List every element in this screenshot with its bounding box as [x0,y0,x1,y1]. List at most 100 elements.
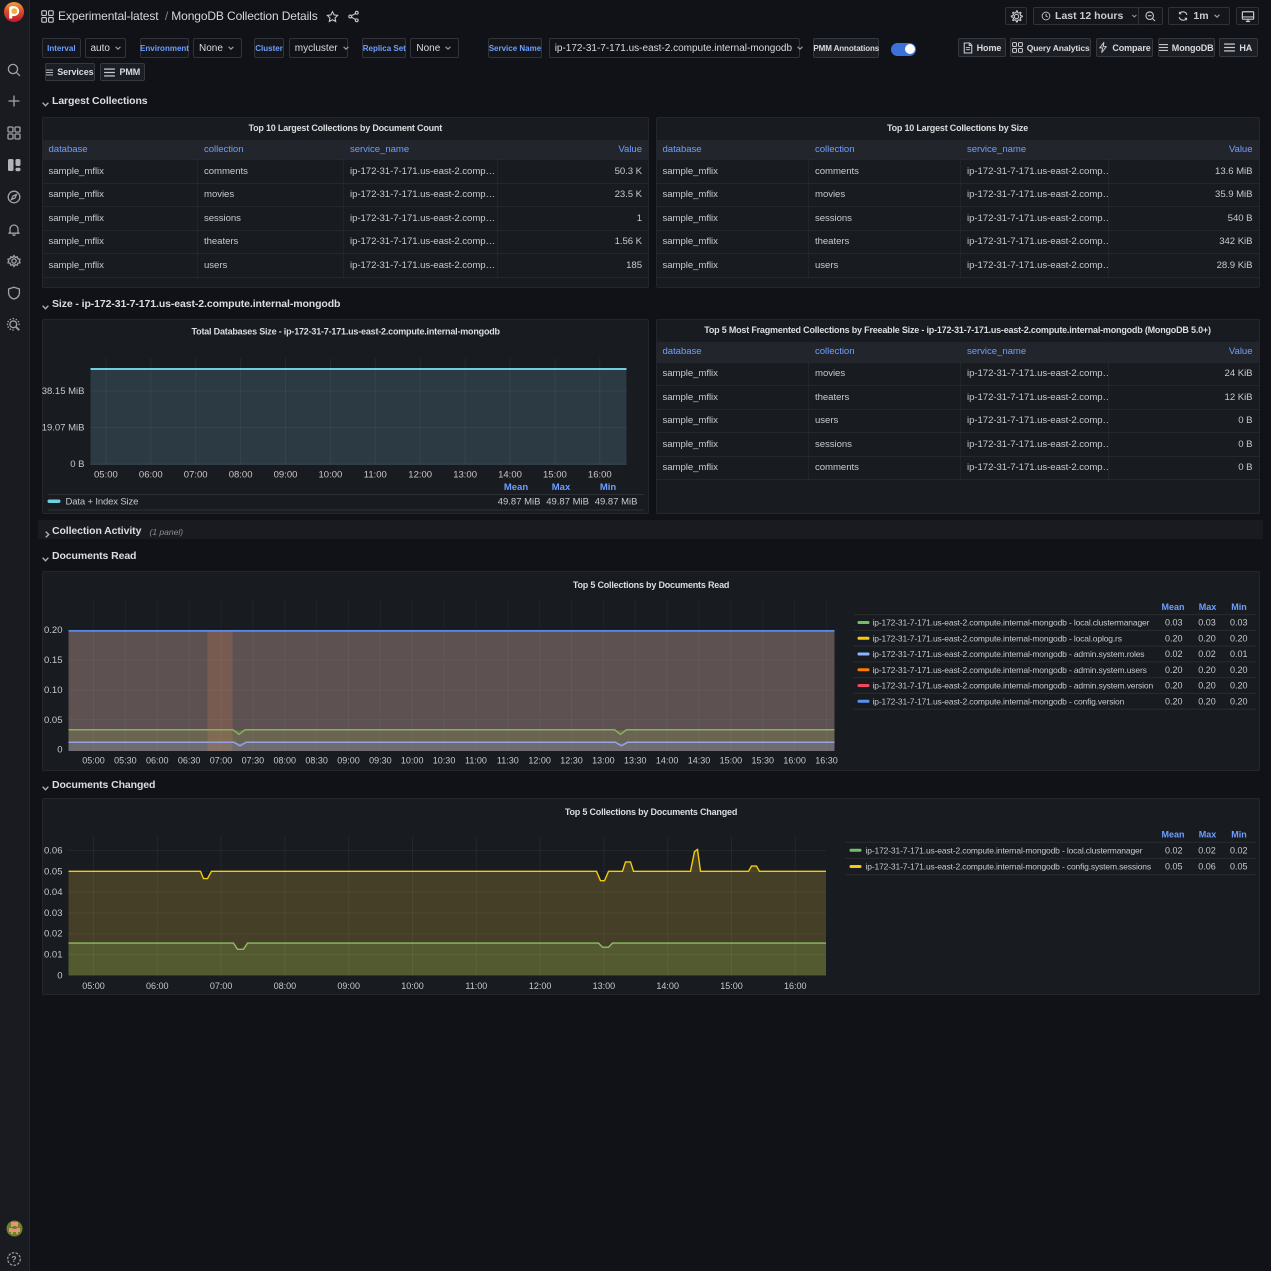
svg-text:05:00: 05:00 [94,470,118,481]
svg-text:09:00: 09:00 [273,470,297,481]
svg-text:11:00: 11:00 [363,470,386,481]
svg-text:49.87 MiB: 49.87 MiB [497,497,540,508]
svg-text:12:00: 12:00 [528,755,551,765]
svg-text:05:00: 05:00 [82,981,105,991]
svg-text:0.02: 0.02 [1198,649,1216,659]
svg-text:12:00: 12:00 [408,470,432,481]
svg-text:ip-172-31-7-171.us-east-2.comp: ip-172-31-7-171.us-east-2.compute.intern… [872,617,1149,627]
svg-text:ip-172-31-7-171.us-east-2.comp: ip-172-31-7-171.us-east-2.compute.intern… [872,649,1144,659]
svg-text:0.20: 0.20 [44,625,63,636]
svg-text:08:00: 08:00 [228,470,252,481]
svg-text:08:00: 08:00 [273,981,296,991]
svg-text:0.20: 0.20 [1164,680,1182,690]
svg-text:0.10: 0.10 [44,684,63,695]
svg-text:10:00: 10:00 [401,981,424,991]
svg-text:16:00: 16:00 [587,470,611,481]
svg-text:0 B: 0 B [70,459,84,470]
svg-text:10:30: 10:30 [432,755,455,765]
svg-text:06:00: 06:00 [138,470,162,481]
svg-text:14:30: 14:30 [687,755,710,765]
svg-text:ip-172-31-7-171.us-east-2.comp: ip-172-31-7-171.us-east-2.compute.intern… [872,664,1146,674]
svg-text:13:00: 13:00 [453,470,477,481]
svg-text:0.03: 0.03 [1198,617,1216,627]
svg-text:15:00: 15:00 [719,755,742,765]
svg-text:49.87 MiB: 49.87 MiB [594,497,637,508]
svg-text:16:30: 16:30 [815,755,838,765]
svg-text:0.02: 0.02 [44,929,63,940]
svg-text:38.15 MiB: 38.15 MiB [42,386,85,397]
svg-text:ip-172-31-7-171.us-east-2.comp: ip-172-31-7-171.us-east-2.compute.intern… [865,862,1150,872]
svg-text:07:30: 07:30 [241,755,264,765]
svg-text:0.05: 0.05 [44,714,63,725]
svg-text:0.03: 0.03 [1229,617,1247,627]
svg-text:09:00: 09:00 [337,755,360,765]
svg-text:0.05: 0.05 [1164,862,1182,872]
svg-text:0.20: 0.20 [1198,664,1216,674]
svg-text:11:00: 11:00 [465,981,487,991]
svg-text:Min: Min [1231,830,1247,840]
svg-text:06:00: 06:00 [146,981,169,991]
svg-text:ip-172-31-7-171.us-east-2.comp: ip-172-31-7-171.us-east-2.compute.intern… [872,680,1153,690]
svg-text:Data + Index Size: Data + Index Size [65,497,138,508]
svg-text:19.07 MiB: 19.07 MiB [42,423,85,434]
svg-text:0.20: 0.20 [1229,680,1247,690]
svg-text:0: 0 [57,970,62,981]
svg-text:0.06: 0.06 [1198,862,1216,872]
svg-text:11:30: 11:30 [496,755,518,765]
svg-text:Total Databases Size - ip-172-: Total Databases Size - ip-172-31-7-171.u… [191,327,500,337]
svg-text:07:00: 07:00 [209,981,232,991]
svg-text:13:00: 13:00 [592,981,615,991]
svg-text:Min: Min [1231,602,1247,612]
svg-text:Max: Max [1198,830,1216,840]
svg-text:10:00: 10:00 [318,470,342,481]
svg-text:15:00: 15:00 [543,470,567,481]
svg-text:0.03: 0.03 [1164,617,1182,627]
svg-text:12:30: 12:30 [560,755,583,765]
svg-text:0.20: 0.20 [1229,696,1247,706]
svg-text:09:00: 09:00 [337,981,360,991]
svg-text:Max: Max [551,482,570,493]
svg-text:0.02: 0.02 [1164,649,1182,659]
svg-text:0.20: 0.20 [1229,664,1247,674]
svg-text:14:00: 14:00 [498,470,522,481]
svg-text:0.20: 0.20 [1198,633,1216,643]
svg-text:0.05: 0.05 [44,866,63,877]
svg-text:ip-172-31-7-171.us-east-2.comp: ip-172-31-7-171.us-east-2.compute.intern… [872,633,1121,643]
svg-text:08:00: 08:00 [273,755,296,765]
svg-text:13:30: 13:30 [624,755,647,765]
svg-text:Top 5 Collections by Documents: Top 5 Collections by Documents Read [572,580,728,590]
svg-text:07:00: 07:00 [209,755,232,765]
svg-text:Mean: Mean [1161,602,1184,612]
svg-text:Mean: Mean [1161,830,1184,840]
svg-text:0.15: 0.15 [44,655,63,666]
svg-text:?: ? [11,1254,16,1264]
svg-text:0.02: 0.02 [1229,845,1247,855]
svg-text:05:00: 05:00 [82,755,105,765]
svg-text:0.20: 0.20 [1229,633,1247,643]
svg-text:0.01: 0.01 [44,950,63,961]
svg-text:ip-172-31-7-171.us-east-2.comp: ip-172-31-7-171.us-east-2.compute.intern… [865,845,1142,855]
svg-text:0.01: 0.01 [1229,649,1247,659]
svg-text:0.20: 0.20 [1164,664,1182,674]
svg-text:15:00: 15:00 [720,981,743,991]
svg-text:0.20: 0.20 [1198,680,1216,690]
svg-text:0: 0 [57,744,62,755]
svg-text:Min: Min [599,482,616,493]
svg-text:0.02: 0.02 [1198,845,1216,855]
svg-text:0.20: 0.20 [1198,696,1216,706]
svg-text:0.02: 0.02 [1164,845,1182,855]
svg-text:49.87 MiB: 49.87 MiB [546,497,589,508]
svg-text:07:00: 07:00 [183,470,207,481]
svg-text:14:00: 14:00 [655,755,678,765]
svg-text:08:30: 08:30 [305,755,328,765]
svg-text:0.06: 0.06 [44,846,63,857]
svg-text:16:00: 16:00 [783,755,806,765]
svg-text:06:00: 06:00 [145,755,168,765]
svg-text:10:00: 10:00 [400,755,423,765]
svg-text:12:00: 12:00 [528,981,551,991]
svg-text:Top 5 Collections by Documents: Top 5 Collections by Documents Changed [564,807,736,817]
svg-text:09:30: 09:30 [369,755,392,765]
svg-text:0.05: 0.05 [1229,862,1247,872]
svg-text:0.20: 0.20 [1164,696,1182,706]
svg-text:11:00: 11:00 [465,755,487,765]
